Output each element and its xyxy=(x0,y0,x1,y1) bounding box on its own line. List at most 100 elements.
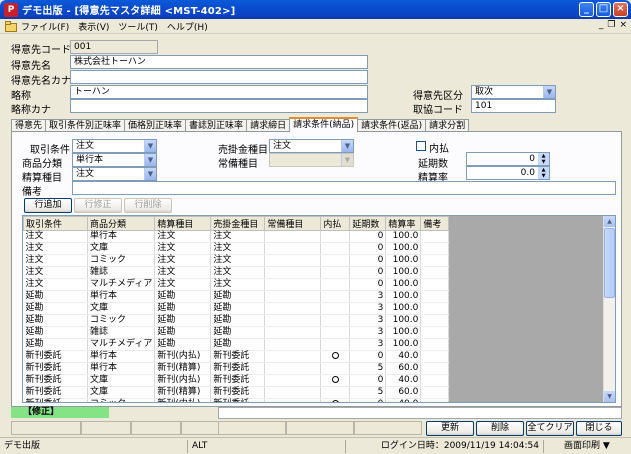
billing-grid: 取引条件 商品分類 精算種目 売掛金種目 常備種目 内払 延期数 精算率 備考 注文 単行本 注文注… xyxy=(22,215,616,403)
table-cell xyxy=(264,290,322,303)
delete-button[interactable]: 削除 xyxy=(476,421,524,436)
grid-header[interactable]: 取引条件 xyxy=(23,216,88,231)
product-cat-select[interactable]: 単行本 ▼ xyxy=(72,153,157,167)
table-cell: 注文 xyxy=(23,230,88,243)
table-row[interactable]: 注文 マルチメディア 注文 注文 0 100.0 xyxy=(23,278,450,291)
menu-file[interactable]: ファイル(F) xyxy=(21,20,69,33)
scroll-thumb[interactable] xyxy=(604,228,615,298)
internal-checkbox[interactable] xyxy=(416,141,426,151)
grid-header[interactable]: 売掛金種目 xyxy=(210,216,266,231)
scroll-up-icon[interactable]: ▲ xyxy=(604,216,615,227)
menu-tools[interactable]: ツール(T) xyxy=(118,20,158,33)
update-button[interactable]: 更新 xyxy=(426,421,474,436)
close-button[interactable]: × xyxy=(613,2,628,17)
grid-scrollbar[interactable]: ▲ ▼ xyxy=(603,216,615,402)
settle-type-select[interactable]: 注文 ▼ xyxy=(72,167,157,181)
grid-header[interactable]: 商品分類 xyxy=(86,216,156,231)
receivable-type-select[interactable]: 注文 ▼ xyxy=(269,139,354,153)
grid-table: 取引条件 商品分類 精算種目 売掛金種目 常備種目 内払 延期数 精算率 備考 注文 単行本 注文注… xyxy=(23,216,450,402)
close-form-button[interactable]: 閉じる xyxy=(576,421,622,436)
grid-header[interactable]: 内払 xyxy=(320,216,351,231)
table-row[interactable]: 延勘 単行本 延勘 延勘 3 100.0 xyxy=(23,290,450,303)
circle-icon xyxy=(331,376,339,383)
table-cell xyxy=(264,302,322,315)
mdi-minimize-button[interactable]: _ xyxy=(599,20,604,30)
assoc-code-field[interactable]: 101 xyxy=(471,99,556,113)
grid-header[interactable]: 備考 xyxy=(420,216,450,231)
edit-row-button[interactable]: 行修正 xyxy=(74,198,122,213)
table-row[interactable]: 注文 単行本 注文 注文 0 100.0 xyxy=(23,230,450,243)
grid-header[interactable]: 延期数 xyxy=(349,216,387,231)
grid-header[interactable]: 精算率 xyxy=(385,216,422,231)
customer-name-field[interactable]: 株式会社トーハン xyxy=(70,55,368,69)
add-row-button[interactable]: 行追加 xyxy=(24,198,72,213)
table-cell: 100.0 xyxy=(385,326,422,339)
grid-header[interactable]: 常備種目 xyxy=(264,216,322,231)
table-row[interactable]: 新刊委託 単行本 新刊(内払) 新刊委託 0 40.0 xyxy=(23,350,450,363)
table-cell: 0 xyxy=(349,398,387,402)
delete-row-button[interactable]: 行削除 xyxy=(124,198,172,213)
table-cell: 単行本 xyxy=(87,230,156,243)
table-row[interactable]: 注文 文庫 注文 注文 0 100.0 xyxy=(23,242,450,255)
table-cell: 新刊(精算) xyxy=(154,362,212,375)
circle-icon xyxy=(331,400,339,402)
grid-header[interactable]: 精算種目 xyxy=(154,216,212,231)
customer-code-label: 得意先コード xyxy=(11,45,71,56)
print-screen-button[interactable]: 画面印刷 ▼ xyxy=(562,440,622,453)
table-cell: 延勘 xyxy=(154,338,212,351)
folder-icon xyxy=(5,20,17,32)
spin-down-icon[interactable]: ▼ xyxy=(538,173,549,179)
table-cell xyxy=(420,266,450,279)
tab-billing-delivery[interactable]: 請求条件(納品) xyxy=(289,117,359,132)
mdi-restore-button[interactable]: ❐ xyxy=(607,20,615,30)
app-icon: P xyxy=(4,2,18,17)
table-cell: 注文 xyxy=(154,278,212,291)
table-row[interactable]: 延勘 文庫 延勘 延勘 3 100.0 xyxy=(23,302,450,315)
message-bar xyxy=(218,407,622,419)
table-cell: 注文 xyxy=(210,278,266,291)
table-cell: 延勘 xyxy=(154,290,212,303)
table-row[interactable]: 新刊委託コミック新刊(内払)新刊委託040.0 xyxy=(23,398,450,402)
short-name-field[interactable]: トーハン xyxy=(70,85,368,99)
table-row[interactable]: 延勘 雑誌 延勘 延勘 3 100.0 xyxy=(23,326,450,339)
customer-code-field[interactable]: 001 xyxy=(70,40,158,54)
table-cell: 単行本 xyxy=(87,362,156,375)
table-cell: 0 xyxy=(349,278,387,291)
mdi-close-button[interactable]: × xyxy=(619,20,627,30)
scroll-down-icon[interactable]: ▼ xyxy=(604,391,615,402)
fkey-slot-5 xyxy=(218,421,286,435)
table-row[interactable]: 注文 雑誌 注文 注文 0 100.0 xyxy=(23,266,450,279)
short-kana-field[interactable] xyxy=(70,99,368,113)
trade-cond-select[interactable]: 注文 ▼ xyxy=(72,139,157,153)
note-field[interactable] xyxy=(72,181,616,195)
table-row[interactable]: 新刊委託 文庫 新刊(精算) 新刊委託 5 60.0 xyxy=(23,386,450,399)
clear-all-button[interactable]: 全てクリア xyxy=(526,421,574,436)
customer-type-value: 取次 xyxy=(475,87,494,97)
table-cell: 延勘 xyxy=(210,314,266,327)
extension-stepper[interactable]: 0 ▲ ▼ xyxy=(466,152,550,166)
settle-rate-stepper[interactable]: 0.0 ▲ ▼ xyxy=(466,166,550,180)
spin-down-icon[interactable]: ▼ xyxy=(538,159,549,165)
maximize-button[interactable]: □ xyxy=(596,2,611,17)
menu-help[interactable]: ヘルプ(H) xyxy=(167,20,208,33)
table-cell xyxy=(264,362,322,375)
menu-view[interactable]: 表示(V) xyxy=(78,20,109,33)
print-screen-label: 画面印刷 xyxy=(564,441,601,451)
table-row[interactable]: 新刊委託 文庫 新刊(内払) 新刊委託 0 40.0 xyxy=(23,374,450,387)
customer-kana-field[interactable] xyxy=(70,70,368,84)
table-cell: 新刊委託 xyxy=(23,386,88,399)
table-cell: 新刊委託 xyxy=(210,398,266,402)
table-cell xyxy=(320,314,351,327)
customer-type-select[interactable]: 取次 ▼ xyxy=(471,85,556,99)
table-cell: 3 xyxy=(349,302,387,315)
minimize-button[interactable]: _ xyxy=(579,2,594,17)
table-row[interactable]: 注文 コミック 注文 注文 0 100.0 xyxy=(23,254,450,267)
table-cell xyxy=(264,326,322,339)
table-cell: 新刊委託 xyxy=(23,398,88,402)
table-row[interactable]: 延勘 マルチメディア 延勘 延勘 3 100.0 xyxy=(23,338,450,351)
table-cell: 注文 xyxy=(154,254,212,267)
table-row[interactable]: 延勘 コミック 延勘 延勘 3 100.0 xyxy=(23,314,450,327)
table-cell: 100.0 xyxy=(385,254,422,267)
table-cell: 100.0 xyxy=(385,302,422,315)
table-row[interactable]: 新刊委託 単行本 新刊(精算) 新刊委託 5 60.0 xyxy=(23,362,450,375)
